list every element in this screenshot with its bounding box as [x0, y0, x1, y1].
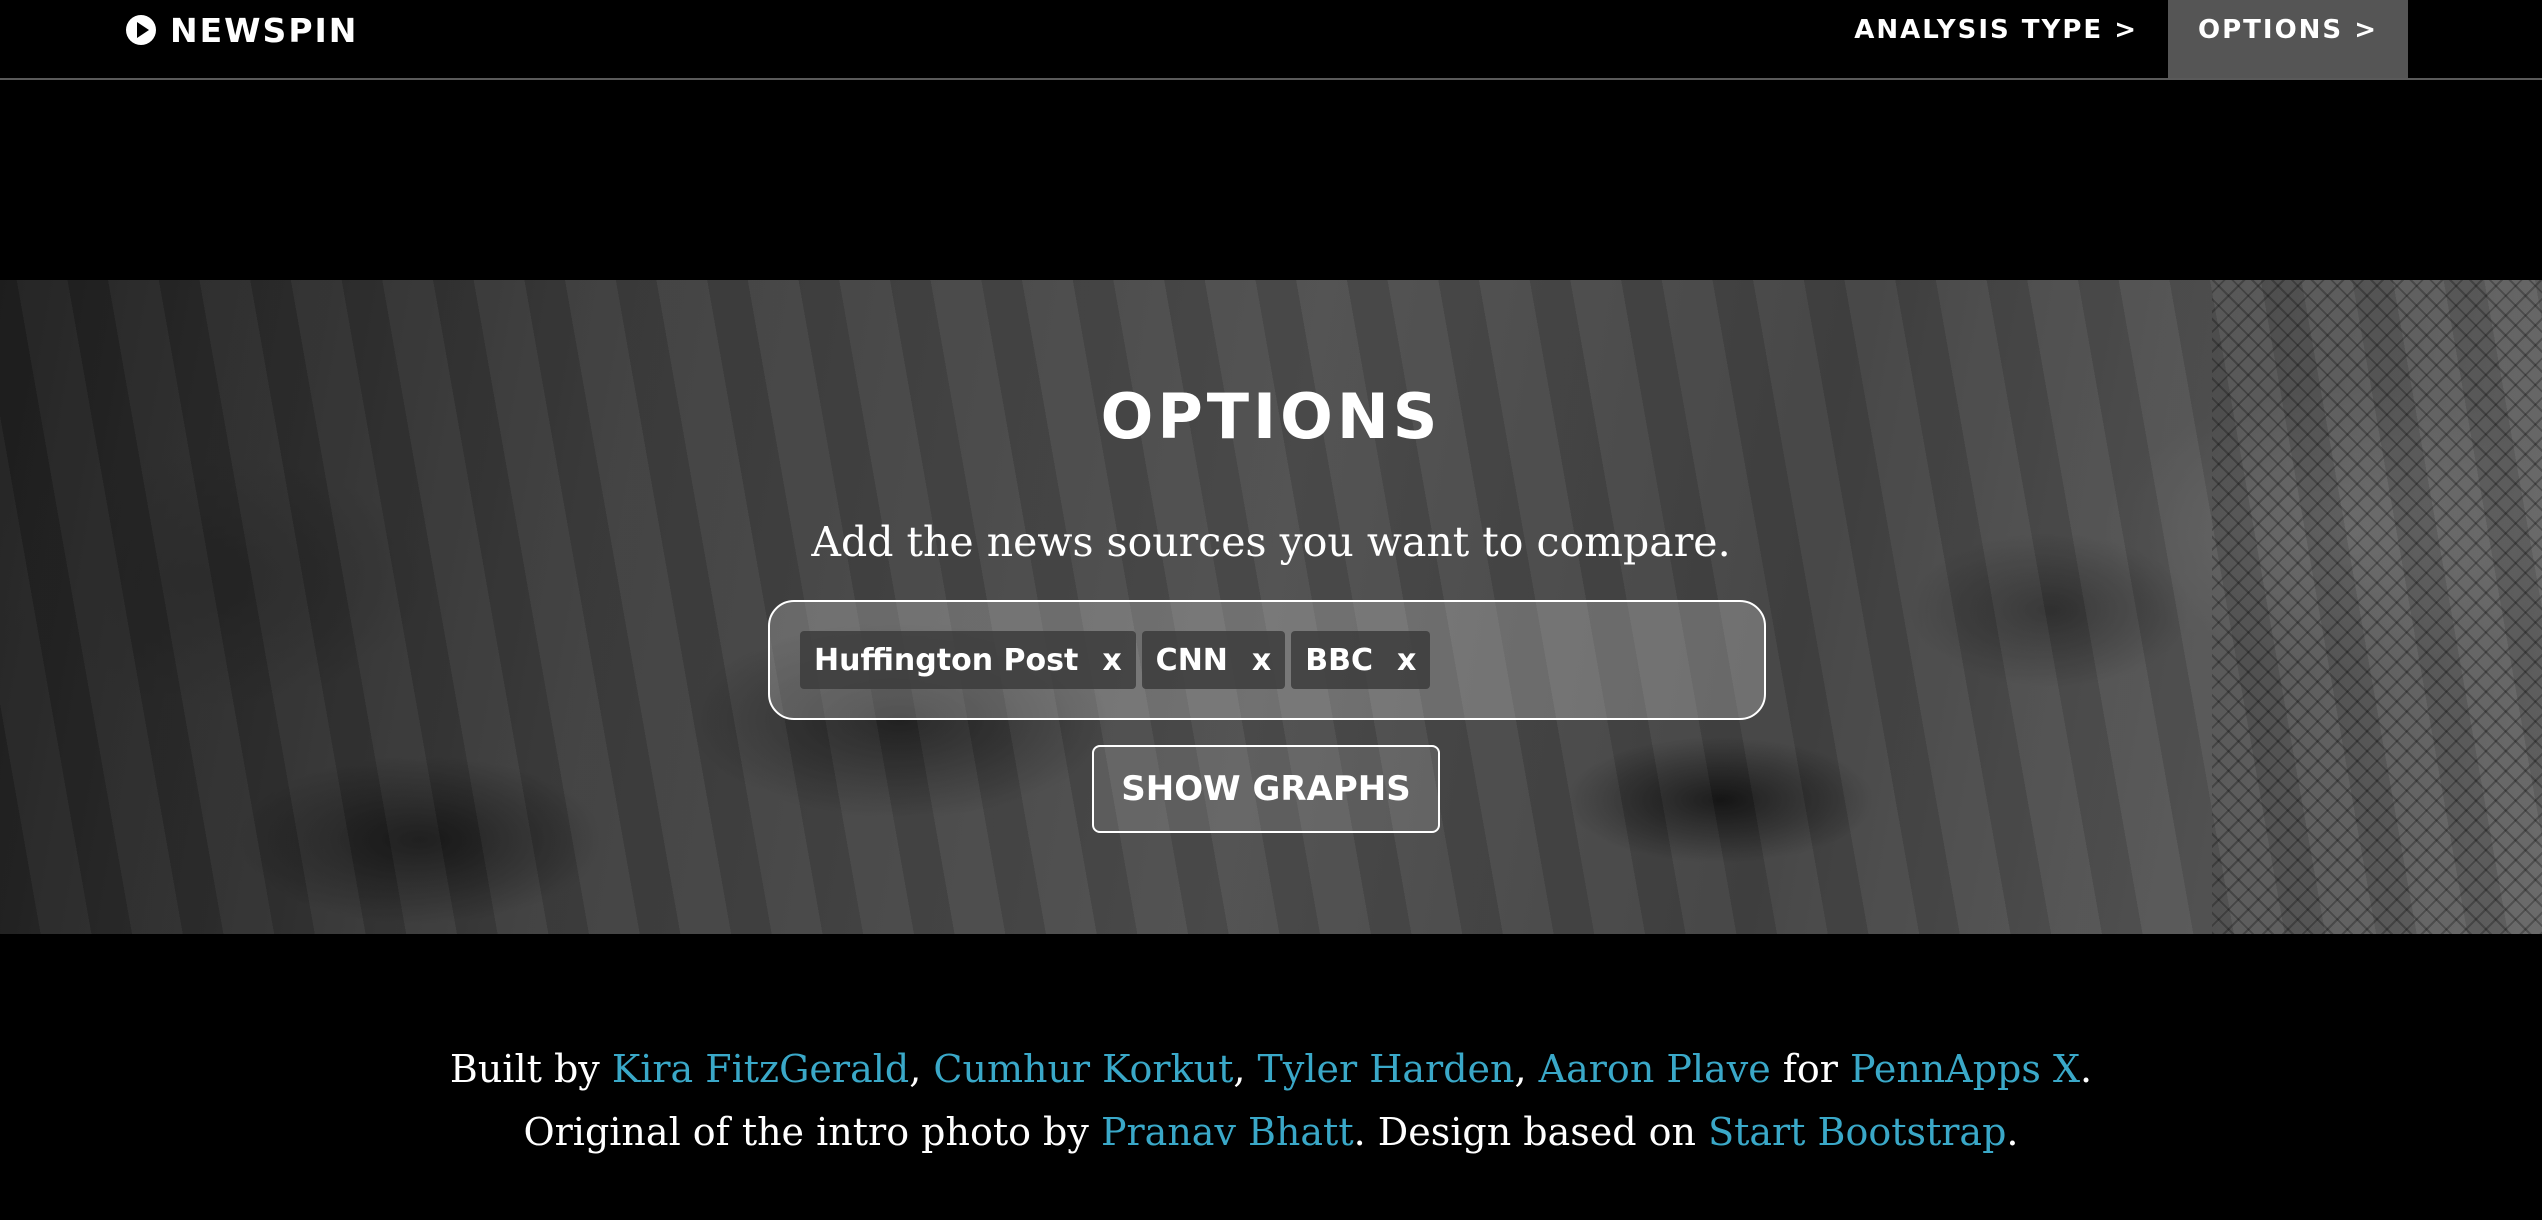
nav-link-analysis-type[interactable]: ANALYSIS TYPE >	[1824, 0, 2168, 60]
period: .	[2006, 1110, 2019, 1154]
brand-name: NEWSPIN	[170, 10, 359, 50]
author-link-aaron[interactable]: Aaron Plave	[1539, 1047, 1771, 1091]
footer-photo-credit-line: Original of the intro photo by Pranav Bh…	[0, 1101, 2542, 1164]
options-hero: OPTIONS Add the news sources you want to…	[0, 280, 2542, 934]
tag-label: Huffington Post	[814, 642, 1079, 678]
tag-remove-button[interactable]: x	[1252, 643, 1271, 678]
author-link-tyler[interactable]: Tyler Harden	[1258, 1047, 1515, 1091]
news-source-tag-input[interactable]: Huffington Post x CNN x BBC x	[768, 600, 1766, 720]
tag-huffington-post: Huffington Post x	[800, 631, 1136, 689]
photographer-link[interactable]: Pranav Bhatt	[1101, 1110, 1354, 1154]
separator: ,	[1514, 1047, 1539, 1091]
design-credit-text: . Design based on	[1353, 1110, 1709, 1154]
tag-remove-button[interactable]: x	[1102, 643, 1121, 678]
tag-remove-button[interactable]: x	[1397, 643, 1416, 678]
separator: ,	[1233, 1047, 1258, 1091]
credits-prefix: Built by	[449, 1047, 612, 1091]
nav-link-options[interactable]: OPTIONS >	[2168, 0, 2408, 78]
separator: ,	[909, 1047, 934, 1091]
author-link-kira[interactable]: Kira FitzGerald	[612, 1047, 909, 1091]
page-title: OPTIONS	[1100, 380, 1442, 453]
navbar: NEWSPIN ANALYSIS TYPE > OPTIONS >	[0, 0, 2542, 80]
page-subtitle: Add the news sources you want to compare…	[811, 518, 1731, 566]
footer: Built by Kira FitzGerald, Cumhur Korkut,…	[0, 1038, 2542, 1164]
brand-link[interactable]: NEWSPIN	[126, 10, 358, 50]
tag-cnn: CNN x	[1141, 631, 1286, 689]
start-bootstrap-link[interactable]: Start Bootstrap	[1708, 1110, 2006, 1154]
tag-label: CNN	[1155, 642, 1228, 678]
tag-bbc: BBC x	[1291, 631, 1431, 689]
nav-links: ANALYSIS TYPE > OPTIONS >	[1824, 0, 2408, 78]
event-link-pennapps[interactable]: PennApps X	[1850, 1047, 2080, 1091]
credits-for-text: for	[1770, 1047, 1850, 1091]
show-graphs-button[interactable]: SHOW GRAPHS	[1092, 745, 1440, 833]
tag-label: BBC	[1305, 642, 1374, 678]
footer-credits-line: Built by Kira FitzGerald, Cumhur Korkut,…	[0, 1038, 2542, 1101]
photo-credit-prefix: Original of the intro photo by	[523, 1110, 1101, 1154]
play-circle-icon	[126, 15, 156, 45]
author-link-cumhur[interactable]: Cumhur Korkut	[933, 1047, 1233, 1091]
period: .	[2080, 1047, 2093, 1091]
